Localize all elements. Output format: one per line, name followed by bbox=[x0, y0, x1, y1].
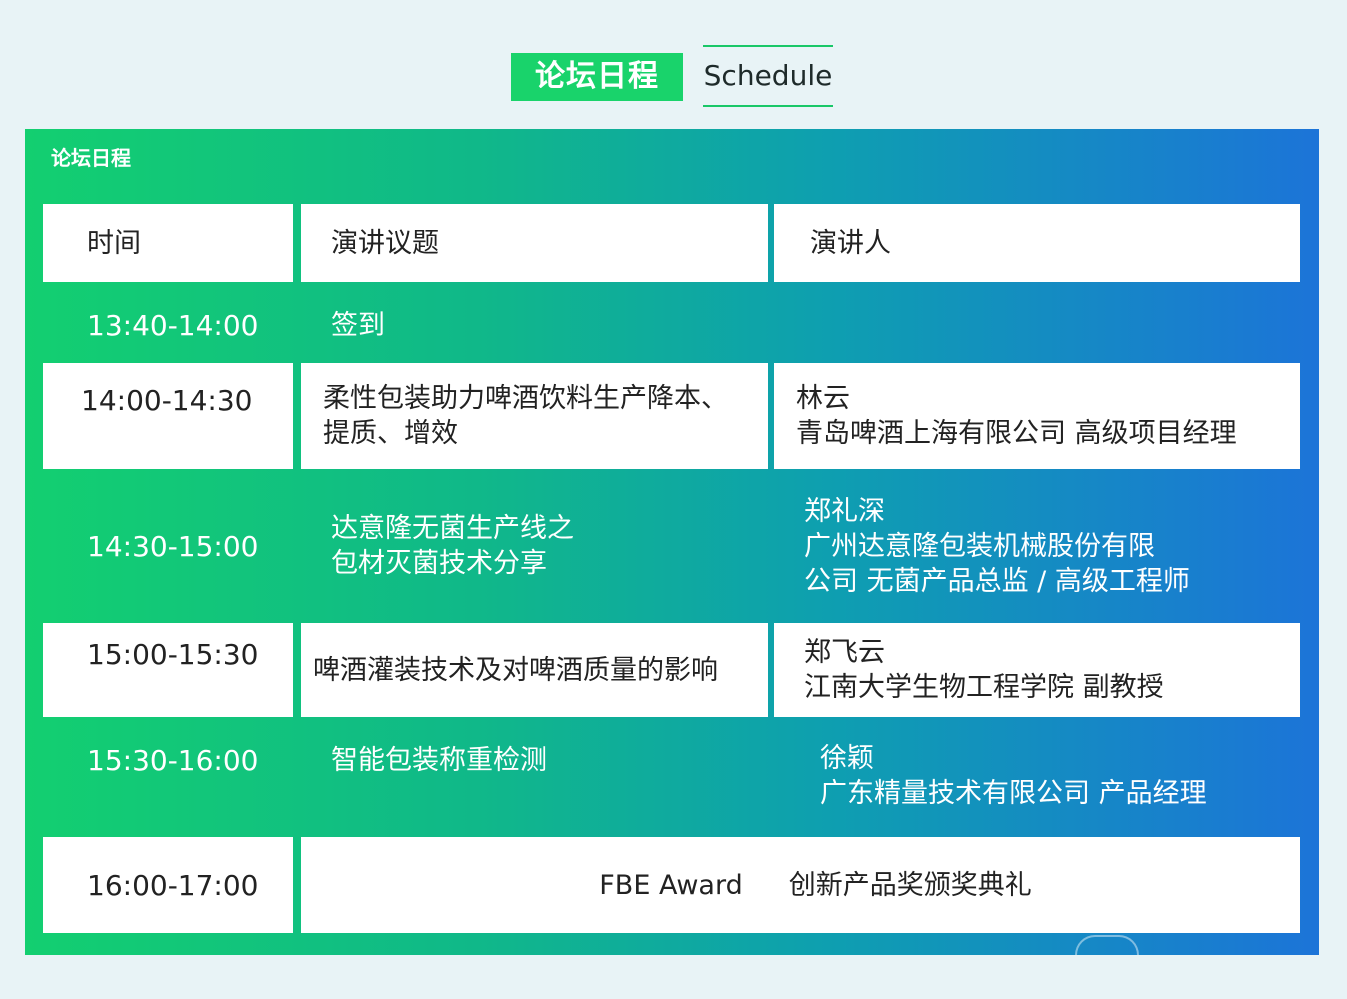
table-row-topic: 达意隆无菌生产线之 包材灭菌技术分享 bbox=[331, 513, 574, 579]
table-row-topic: FBE Award 创新产品奖颁奖典礼 bbox=[301, 837, 1300, 933]
section-title-cn: 论坛日程 bbox=[511, 53, 683, 101]
table-row-topic: 智能包装称重检测 bbox=[331, 745, 547, 776]
column-header-label: 演讲议题 bbox=[331, 227, 439, 259]
table-row-topic: 柔性包装助力啤酒饮料生产降本、 提质、增效 bbox=[301, 363, 768, 469]
table-row-speaker: 徐颖 广东精量技术有限公司 产品经理 bbox=[820, 743, 1207, 809]
column-header-speaker: 演讲人 bbox=[774, 204, 1300, 282]
table-row-time: 16:00-17:00 bbox=[43, 837, 293, 933]
column-header-time: 时间 bbox=[43, 204, 293, 282]
panel-title: 论坛日程 bbox=[51, 146, 131, 170]
table-row-topic: 签到 bbox=[331, 309, 385, 341]
column-header-label: 演讲人 bbox=[810, 227, 891, 259]
page-header: 论坛日程 Schedule bbox=[0, 0, 1347, 129]
section-title-en: Schedule bbox=[703, 45, 833, 107]
table-row-speaker: 郑飞云 江南大学生物工程学院 副教授 bbox=[774, 623, 1300, 717]
table-row-time: 13:40-14:00 bbox=[87, 308, 259, 342]
table-row-time: 15:30-16:00 bbox=[87, 744, 259, 777]
column-header-topic: 演讲议题 bbox=[301, 204, 768, 282]
table-row-speaker: 林云 青岛啤酒上海有限公司 高级项目经理 bbox=[774, 363, 1300, 469]
building-illustration-icon bbox=[1075, 935, 1139, 955]
schedule-panel: 论坛日程 时间 演讲议题 演讲人 13:40-14:00 签到 14:00-14… bbox=[25, 129, 1319, 955]
award-ceremony: 创新产品奖颁奖典礼 bbox=[788, 869, 1032, 901]
table-row-speaker: 郑礼深 广州达意隆包装机械股份有限 公司 无菌产品总监 / 高级工程师 bbox=[804, 495, 1190, 597]
column-header-label: 时间 bbox=[87, 227, 141, 259]
award-name: FBE Award bbox=[599, 869, 743, 901]
table-row-time: 14:00-14:30 bbox=[43, 363, 293, 469]
table-row-time: 15:00-15:30 bbox=[43, 623, 293, 717]
table-row-topic: 啤酒灌装技术及对啤酒质量的影响 bbox=[301, 623, 768, 717]
table-row-time: 14:30-15:00 bbox=[87, 529, 259, 563]
